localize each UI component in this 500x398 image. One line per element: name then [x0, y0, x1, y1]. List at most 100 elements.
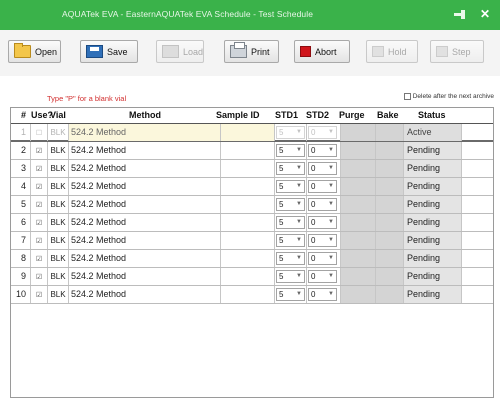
std1-value: 5 [279, 254, 284, 263]
use-checkbox[interactable]: ☑ [31, 286, 48, 303]
std2-dropdown[interactable]: 0 ▼ [308, 144, 337, 157]
std1-dropdown[interactable]: 5 ▼ [276, 216, 305, 229]
method-cell[interactable]: 524.2 Method [69, 124, 221, 141]
std1-dropdown[interactable]: 5 ▼ [276, 198, 305, 211]
std2-dropdown[interactable]: 0 ▼ [308, 288, 337, 301]
checkbox-icon: ☑ [35, 184, 43, 191]
vial-cell[interactable]: BLK [48, 124, 69, 141]
sample-id-cell[interactable] [221, 160, 275, 177]
std1-dropdown[interactable]: 5 ▼ [276, 180, 305, 193]
use-checkbox[interactable]: ☑ [31, 178, 48, 195]
vial-cell[interactable]: BLK [48, 250, 69, 267]
method-cell[interactable]: 524.2 Method [69, 142, 221, 159]
close-icon[interactable]: ✕ [480, 8, 490, 20]
open-button[interactable]: Open [8, 40, 61, 63]
sample-id-cell[interactable] [221, 286, 275, 303]
method-cell[interactable]: 524.2 Method [69, 268, 221, 285]
table-row[interactable]: 4 ☑ BLK 524.2 Method 5 ▼ 0 ▼ Pending [11, 178, 493, 196]
dropdown-arrow-icon: ▼ [296, 255, 302, 261]
sample-id-cell[interactable] [221, 178, 275, 195]
delete-after-archive-checkbox[interactable] [403, 93, 411, 100]
std2-dropdown[interactable]: 0 ▼ [308, 252, 337, 265]
use-checkbox[interactable]: ☑ [31, 160, 48, 177]
method-cell[interactable]: 524.2 Method [69, 196, 221, 213]
vial-cell[interactable]: BLK [48, 286, 69, 303]
table-row[interactable]: 1 ☐ BLK 524.2 Method 5 ▼ 0 ▼ Active [11, 124, 493, 142]
method-cell[interactable]: 524.2 Method [69, 214, 221, 231]
std2-value: 0 [311, 218, 316, 227]
std1-dropdown[interactable]: 5 ▼ [276, 162, 305, 175]
vial-cell[interactable]: BLK [48, 214, 69, 231]
use-checkbox[interactable]: ☑ [31, 268, 48, 285]
std1-cell: 5 ▼ [275, 268, 307, 285]
std1-value: 5 [279, 272, 284, 281]
table-row[interactable]: 10 ☑ BLK 524.2 Method 5 ▼ 0 ▼ Pending [11, 286, 493, 304]
sample-id-cell[interactable] [221, 196, 275, 213]
std2-dropdown[interactable]: 0 ▼ [308, 216, 337, 229]
vial-cell[interactable]: BLK [48, 178, 69, 195]
table-row[interactable]: 7 ☑ BLK 524.2 Method 5 ▼ 0 ▼ Pending [11, 232, 493, 250]
std2-dropdown[interactable]: 0 ▼ [308, 198, 337, 211]
table-row[interactable]: 5 ☑ BLK 524.2 Method 5 ▼ 0 ▼ Pending [11, 196, 493, 214]
purge-cell [341, 268, 376, 285]
method-cell[interactable]: 524.2 Method [69, 250, 221, 267]
table-row[interactable]: 2 ☑ BLK 524.2 Method 5 ▼ 0 ▼ Pending [11, 142, 493, 160]
sample-id-cell[interactable] [221, 232, 275, 249]
load-button[interactable]: Load [156, 40, 204, 63]
title-bar: AQUATek EVA - EasternAQUATek EVA Schedul… [0, 0, 500, 30]
bake-cell [376, 196, 404, 213]
checkbox-icon: ☑ [35, 274, 43, 281]
std1-dropdown[interactable]: 5 ▼ [276, 252, 305, 265]
std2-cell: 0 ▼ [307, 250, 341, 267]
std1-dropdown[interactable]: 5 ▼ [276, 234, 305, 247]
method-cell[interactable]: 524.2 Method [69, 286, 221, 303]
dropdown-arrow-icon: ▼ [328, 201, 334, 207]
step-button[interactable]: Step [430, 40, 484, 63]
use-checkbox[interactable]: ☑ [31, 232, 48, 249]
method-cell[interactable]: 524.2 Method [69, 232, 221, 249]
dropdown-arrow-icon: ▼ [296, 237, 302, 243]
method-cell[interactable]: 524.2 Method [69, 178, 221, 195]
load-icon [162, 45, 179, 58]
table-row[interactable]: 3 ☑ BLK 524.2 Method 5 ▼ 0 ▼ Pending [11, 160, 493, 178]
abort-button[interactable]: Abort [294, 40, 350, 63]
table-row[interactable]: 8 ☑ BLK 524.2 Method 5 ▼ 0 ▼ Pending [11, 250, 493, 268]
use-checkbox[interactable]: ☐ [31, 124, 48, 141]
use-checkbox[interactable]: ☑ [31, 214, 48, 231]
sample-id-cell[interactable] [221, 214, 275, 231]
sample-id-cell[interactable] [221, 142, 275, 159]
use-checkbox[interactable]: ☑ [31, 250, 48, 267]
std1-dropdown[interactable]: 5 ▼ [276, 270, 305, 283]
table-row[interactable]: 9 ☑ BLK 524.2 Method 5 ▼ 0 ▼ Pending [11, 268, 493, 286]
vial-cell[interactable]: BLK [48, 232, 69, 249]
save-button[interactable]: Save [80, 40, 138, 63]
delete-after-archive-option[interactable]: Delete after the next archive [403, 93, 494, 100]
vial-cell[interactable]: BLK [48, 196, 69, 213]
std2-dropdown[interactable]: 0 ▼ [308, 126, 337, 139]
sample-id-cell[interactable] [221, 250, 275, 267]
table-row[interactable]: 6 ☑ BLK 524.2 Method 5 ▼ 0 ▼ Pending [11, 214, 493, 232]
print-button[interactable]: Print [224, 40, 279, 63]
std1-dropdown[interactable]: 5 ▼ [276, 126, 305, 139]
bake-cell [376, 142, 404, 159]
vial-cell[interactable]: BLK [48, 268, 69, 285]
use-checkbox[interactable]: ☑ [31, 142, 48, 159]
std1-dropdown[interactable]: 5 ▼ [276, 288, 305, 301]
sample-id-cell[interactable] [221, 124, 275, 141]
floppy-disk-icon [86, 45, 103, 58]
status-cell: Pending [404, 214, 462, 231]
std2-dropdown[interactable]: 0 ▼ [308, 180, 337, 193]
vial-cell[interactable]: BLK [48, 160, 69, 177]
std1-dropdown[interactable]: 5 ▼ [276, 144, 305, 157]
std2-dropdown[interactable]: 0 ▼ [308, 162, 337, 175]
row-number: 4 [11, 178, 31, 195]
hold-button[interactable]: Hold [366, 40, 418, 63]
std2-dropdown[interactable]: 0 ▼ [308, 234, 337, 247]
status-cell: Pending [404, 142, 462, 159]
sample-id-cell[interactable] [221, 268, 275, 285]
pin-icon[interactable] [453, 9, 466, 19]
use-checkbox[interactable]: ☑ [31, 196, 48, 213]
std2-dropdown[interactable]: 0 ▼ [308, 270, 337, 283]
vial-cell[interactable]: BLK [48, 142, 69, 159]
method-cell[interactable]: 524.2 Method [69, 160, 221, 177]
